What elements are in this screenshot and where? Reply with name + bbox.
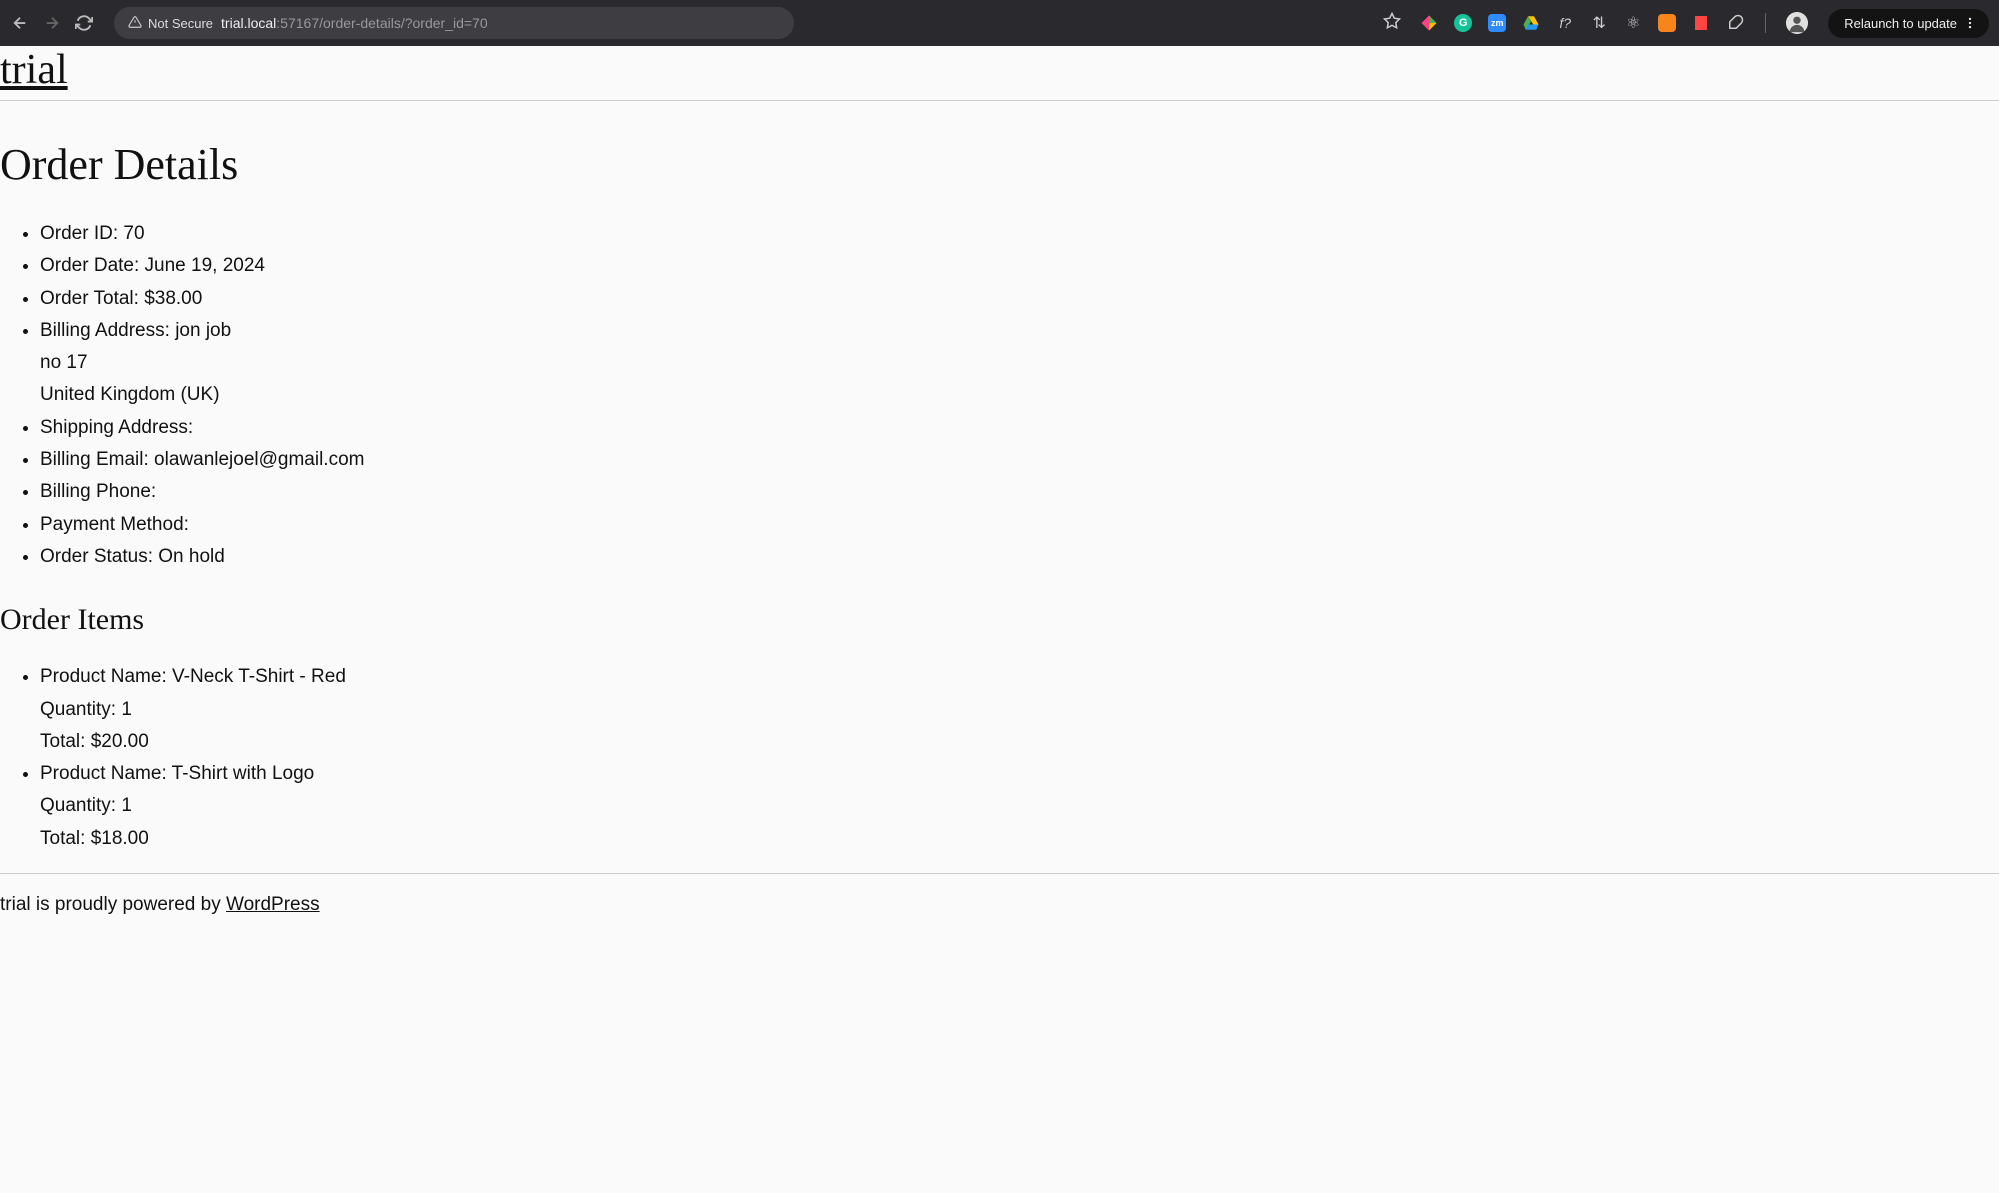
billing-phone-item: Billing Phone: <box>40 476 1999 508</box>
warning-icon <box>128 15 142 32</box>
extension-icon-f[interactable]: f? <box>1555 13 1575 33</box>
shipping-address-item: Shipping Address: <box>40 412 1999 444</box>
reload-button[interactable] <box>74 13 94 33</box>
order-items-heading: Order Items <box>0 603 1999 637</box>
extension-icon-pi[interactable]: ⇅ <box>1589 13 1609 33</box>
security-badge: Not Secure <box>128 15 213 32</box>
wordpress-link[interactable]: WordPress <box>226 894 320 915</box>
extension-icons: G zm f? ⇅ ⚛ Relaunch to update <box>1419 9 1989 38</box>
order-status-item: Order Status: On hold <box>40 541 1999 573</box>
relaunch-button[interactable]: Relaunch to update <box>1828 9 1989 38</box>
security-label: Not Secure <box>148 16 213 31</box>
order-total-item: Order Total: $38.00 <box>40 283 1999 315</box>
forward-button[interactable] <box>42 13 62 33</box>
order-date-item: Order Date: June 19, 2024 <box>40 250 1999 282</box>
bookmark-star-icon[interactable] <box>1383 12 1401 35</box>
nav-buttons <box>10 13 94 33</box>
site-title-link[interactable]: trial <box>0 47 68 93</box>
header-divider <box>0 100 1999 101</box>
extension-icon-1[interactable] <box>1419 13 1439 33</box>
billing-address-item: Billing Address: jon job no 17 United Ki… <box>40 315 1999 412</box>
order-id-item: Order ID: 70 <box>40 218 1999 250</box>
order-item: Product Name: V-Neck T-Shirt - Red Quant… <box>40 661 1999 758</box>
extension-icon-red[interactable] <box>1691 13 1711 33</box>
page-content: trial Order Details Order ID: 70 Order D… <box>0 46 1999 1193</box>
chrome-divider <box>1765 13 1766 33</box>
billing-email-item: Billing Email: olawanlejoel@gmail.com <box>40 444 1999 476</box>
zoom-icon[interactable]: zm <box>1487 13 1507 33</box>
grammarly-icon[interactable]: G <box>1453 13 1473 33</box>
metamask-icon[interactable] <box>1657 13 1677 33</box>
site-title: trial <box>0 46 1999 100</box>
order-items-list: Product Name: V-Neck T-Shirt - Red Quant… <box>0 661 1999 855</box>
footer-divider <box>0 873 1999 874</box>
order-item: Product Name: T-Shirt with Logo Quantity… <box>40 758 1999 855</box>
back-button[interactable] <box>10 13 30 33</box>
extensions-menu-icon[interactable] <box>1725 13 1745 33</box>
address-bar[interactable]: Not Secure trial.local:57167/order-detai… <box>114 7 794 39</box>
page-heading: Order Details <box>0 139 1999 190</box>
payment-method-item: Payment Method: <box>40 509 1999 541</box>
google-drive-icon[interactable] <box>1521 13 1541 33</box>
main-content: Order Details Order ID: 70 Order Date: J… <box>0 139 1999 855</box>
browser-chrome: Not Secure trial.local:57167/order-detai… <box>0 0 1999 46</box>
profile-avatar[interactable] <box>1786 12 1808 34</box>
footer: trial is proudly powered by WordPress <box>0 888 1999 936</box>
order-details-list: Order ID: 70 Order Date: June 19, 2024 O… <box>0 218 1999 573</box>
react-devtools-icon[interactable]: ⚛ <box>1623 13 1643 33</box>
url-display: trial.local:57167/order-details/?order_i… <box>221 15 488 31</box>
